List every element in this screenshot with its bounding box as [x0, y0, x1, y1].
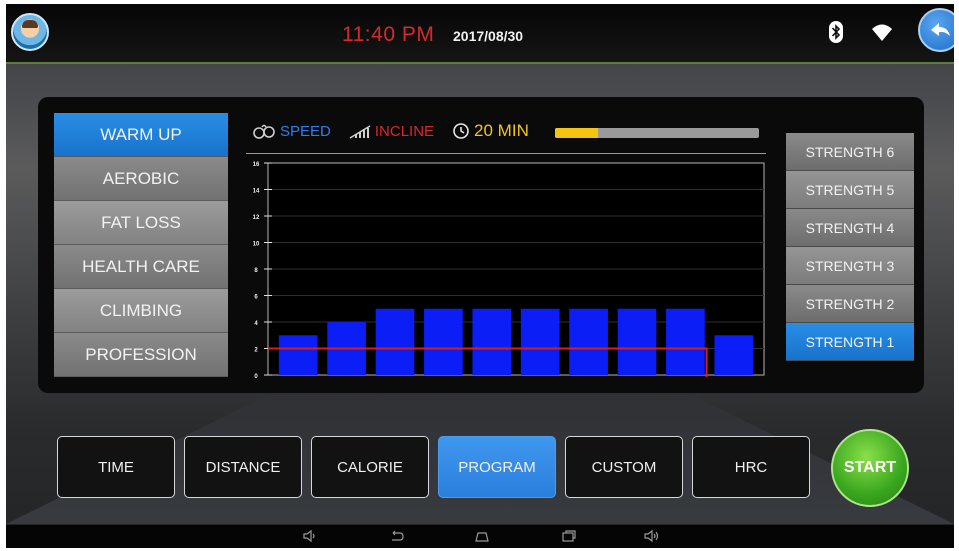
strength-item-4[interactable]: STRENGTH 4 — [786, 209, 914, 247]
recent-apps-icon[interactable] — [561, 529, 577, 543]
speed-bar — [472, 308, 512, 375]
chart-tick-label: 2 — [254, 348, 258, 354]
legend-incline-label: INCLINE — [374, 122, 435, 140]
wifi-icon — [872, 24, 892, 41]
clock-time: 11:40 PM — [342, 23, 435, 46]
chart-tick-label: 6 — [254, 295, 258, 301]
speed-bar — [520, 308, 560, 375]
speed-bar — [617, 308, 657, 375]
bluetooth-icon[interactable] — [829, 21, 843, 43]
program-item-warm-up[interactable]: WARM UP — [54, 113, 228, 157]
strength-item-5[interactable]: STRENGTH 5 — [786, 171, 914, 209]
time-progress-bar — [555, 128, 759, 138]
legend-speed: SPEED — [252, 123, 331, 140]
program-item-health-care[interactable]: HEALTH CARE — [54, 245, 228, 289]
mode-button-program[interactable]: PROGRAM — [438, 436, 556, 498]
legend-incline: INCLINE — [349, 123, 434, 140]
chart-tick-label: 10 — [253, 242, 260, 248]
mode-button-calorie[interactable]: CALORIE — [311, 436, 429, 498]
clock-icon — [453, 123, 469, 139]
chart-tick-label: 4 — [254, 321, 258, 327]
chart-tick-label: 8 — [254, 268, 258, 274]
volume-down-icon[interactable] — [302, 529, 318, 543]
speed-bar — [714, 335, 754, 375]
clock-date: 2017/08/30 — [453, 28, 524, 44]
chart-tick-label: 16 — [253, 162, 260, 168]
status-bar: 11:40 PM 2017/08/30 — [6, 4, 954, 64]
mode-buttons: TIME DISTANCE CALORIE PROGRAM CUSTOM HRC — [57, 436, 819, 498]
android-nav-bar — [6, 525, 954, 548]
back-button[interactable] — [918, 8, 954, 52]
strength-item-2[interactable]: STRENGTH 2 — [786, 285, 914, 323]
mode-button-distance[interactable]: DISTANCE — [184, 436, 302, 498]
program-panel: WARM UP AEROBIC FAT LOSS HEALTH CARE CLI… — [38, 97, 924, 393]
speed-bar — [278, 335, 318, 375]
time-progress-fill — [555, 128, 598, 138]
back-nav-icon[interactable] — [389, 529, 405, 543]
volume-up-icon[interactable] — [644, 529, 660, 543]
chart-tick-label: 0 — [254, 374, 258, 380]
strength-item-6[interactable]: STRENGTH 6 — [786, 133, 914, 171]
incline-icon — [349, 125, 371, 139]
chart-tick-label: 14 — [253, 189, 260, 195]
treadmill-screen: 11:40 PM 2017/08/30 WARM UP AEROBIC FAT … — [6, 4, 954, 548]
speed-bar — [666, 308, 705, 375]
strength-item-1[interactable]: STRENGTH 1 — [786, 323, 914, 361]
chart-legend: SPEED INCLINE 20 MIN — [252, 119, 547, 143]
mode-button-hrc[interactable]: HRC — [692, 436, 810, 498]
program-chart: 0 2 4 6 8 10 12 14 16 — [253, 162, 765, 380]
speed-bar — [424, 308, 463, 375]
mode-button-time[interactable]: TIME — [57, 436, 175, 498]
program-item-climbing[interactable]: CLIMBING — [54, 289, 228, 333]
avatar[interactable] — [11, 13, 49, 51]
legend-time: 20 MIN — [452, 121, 529, 141]
program-list: WARM UP AEROBIC FAT LOSS HEALTH CARE CLI… — [54, 113, 228, 377]
strength-item-3[interactable]: STRENGTH 3 — [786, 247, 914, 285]
speed-bar — [569, 308, 608, 375]
program-item-profession[interactable]: PROFESSION — [54, 333, 228, 377]
start-button[interactable]: START — [831, 429, 909, 507]
program-item-aerobic[interactable]: AEROBIC — [54, 157, 228, 201]
legend-divider — [246, 153, 766, 154]
home-nav-icon[interactable] — [474, 529, 490, 543]
strength-list: STRENGTH 6 STRENGTH 5 STRENGTH 4 STRENGT… — [786, 133, 914, 361]
speed-bar — [375, 308, 415, 375]
back-arrow-icon — [931, 23, 950, 36]
chart-tick-label: 12 — [253, 215, 260, 221]
legend-time-label: 20 MIN — [474, 121, 529, 140]
legend-speed-label: SPEED — [280, 122, 331, 140]
speed-icon — [253, 124, 275, 139]
program-item-fat-loss[interactable]: FAT LOSS — [54, 201, 228, 245]
mode-button-custom[interactable]: CUSTOM — [565, 436, 683, 498]
